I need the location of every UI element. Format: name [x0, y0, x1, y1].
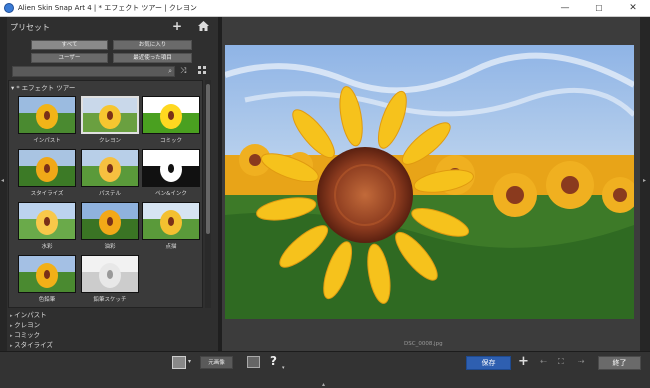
preset-thumbnail[interactable]: 点描 — [142, 202, 200, 250]
preset-preview-image — [142, 149, 200, 187]
preset-preview-image — [18, 96, 76, 134]
search-icon: ⌕ — [168, 67, 172, 75]
preset-thumbnail[interactable]: インパスト — [18, 96, 76, 144]
collapse-left-icon: ◂ — [1, 177, 5, 184]
preset-thumbnail[interactable]: パステル — [81, 149, 139, 197]
preset-label: 点描 — [165, 244, 177, 250]
maximize-button[interactable]: ☐ — [582, 0, 616, 17]
preset-thumbnail[interactable]: 水彩 — [18, 202, 76, 250]
preset-thumbnail[interactable]: 油彩 — [81, 202, 139, 250]
fit-view-icon[interactable]: ⛶ — [558, 357, 564, 367]
preset-preview-image — [81, 149, 139, 187]
preset-preview-image — [142, 96, 200, 134]
original-button[interactable]: 元画像 — [200, 356, 233, 369]
preset-group-header[interactable]: ▾ * エフェクト ツアー — [11, 82, 75, 92]
preset-thumbnail[interactable]: クレヨン — [81, 96, 139, 144]
preset-thumbnail[interactable]: スタイライズ — [18, 149, 76, 197]
presets-header: プリセット + — [8, 19, 214, 36]
preset-label: パステル — [98, 191, 121, 197]
filter-user-button[interactable]: ユーザー — [31, 53, 108, 63]
sunflower-painting — [225, 45, 634, 319]
save-button[interactable]: 保存 — [466, 356, 511, 370]
preset-label: ペン&インク — [155, 191, 187, 197]
filter-recent-button[interactable]: 最近使った項目 — [113, 53, 192, 63]
preset-label: スタイライズ — [30, 191, 64, 197]
preset-preview-image — [18, 255, 76, 293]
add-icon[interactable]: + — [518, 354, 529, 369]
compare-view-icon[interactable] — [247, 356, 260, 368]
preview-image[interactable] — [225, 45, 634, 319]
close-button[interactable]: ✕ — [616, 0, 650, 17]
preset-label: インパスト — [33, 138, 61, 144]
preset-thumbnail[interactable]: ペン&インク — [142, 149, 200, 197]
minimize-button[interactable]: — — [548, 0, 582, 17]
shuffle-icon[interactable]: ⤨ — [180, 66, 186, 76]
filter-all-button[interactable]: すべて — [31, 40, 108, 50]
home-icon[interactable] — [198, 21, 209, 31]
preset-preview-image — [142, 202, 200, 240]
filter-favorites-button[interactable]: お気に入り — [113, 40, 192, 50]
preset-label: 色鉛筆 — [38, 297, 56, 303]
preset-preview-image — [81, 202, 139, 240]
tree-item[interactable]: クレヨン — [10, 319, 40, 329]
help-icon[interactable]: ? — [270, 354, 277, 368]
preset-label: 鉛筆スケッチ — [93, 297, 127, 303]
preset-preview-image — [18, 149, 76, 187]
collapse-bottom-icon[interactable]: ▴ — [322, 381, 325, 388]
preset-preview-image — [81, 96, 139, 134]
preset-preview-image — [81, 255, 139, 293]
grid-view-icon[interactable] — [198, 66, 207, 75]
tree-item[interactable]: スタイライズ — [10, 339, 53, 349]
preset-thumbnail[interactable]: 色鉛筆 — [18, 255, 76, 303]
scrollbar-thumb[interactable] — [206, 84, 210, 234]
preset-search-input[interactable]: ⌕ — [12, 66, 175, 77]
preset-label: 水彩 — [41, 244, 53, 250]
preset-thumbnail[interactable]: 鉛筆スケッチ — [81, 255, 139, 303]
preset-label: コミック — [159, 138, 182, 144]
title-bar: Alien Skin Snap Art 4 | * エフェクト ツアー | クレ… — [0, 0, 650, 17]
tree-item[interactable]: インパスト — [10, 309, 47, 319]
preset-scrollbar[interactable] — [205, 80, 211, 308]
preset-thumbnail[interactable]: コミック — [142, 96, 200, 144]
window-title: Alien Skin Snap Art 4 | * エフェクト ツアー | クレ… — [18, 4, 197, 12]
preset-label: クレヨン — [98, 138, 121, 144]
left-collapse-handle[interactable]: ◂ — [0, 17, 7, 351]
previous-icon[interactable]: ⇠ — [540, 357, 547, 366]
file-name: DSC_0008.jpg — [404, 341, 443, 347]
preset-preview-image — [18, 202, 76, 240]
chevron-down-icon[interactable]: ▾ — [282, 365, 285, 371]
collapse-right-icon: ▸ — [643, 177, 647, 184]
next-icon[interactable]: ⇢ — [578, 357, 585, 366]
presets-title: プリセット — [10, 23, 50, 32]
app-icon — [4, 3, 14, 13]
right-collapse-handle[interactable]: ▸ — [640, 17, 650, 351]
chevron-down-icon[interactable]: ▾ — [188, 358, 191, 365]
background-color-swatch[interactable] — [172, 356, 186, 369]
preset-label: 油彩 — [104, 244, 116, 250]
tree-item[interactable]: コミック — [10, 329, 40, 339]
finish-button[interactable]: 終了 — [598, 356, 641, 370]
add-preset-icon[interactable]: + — [172, 19, 182, 33]
